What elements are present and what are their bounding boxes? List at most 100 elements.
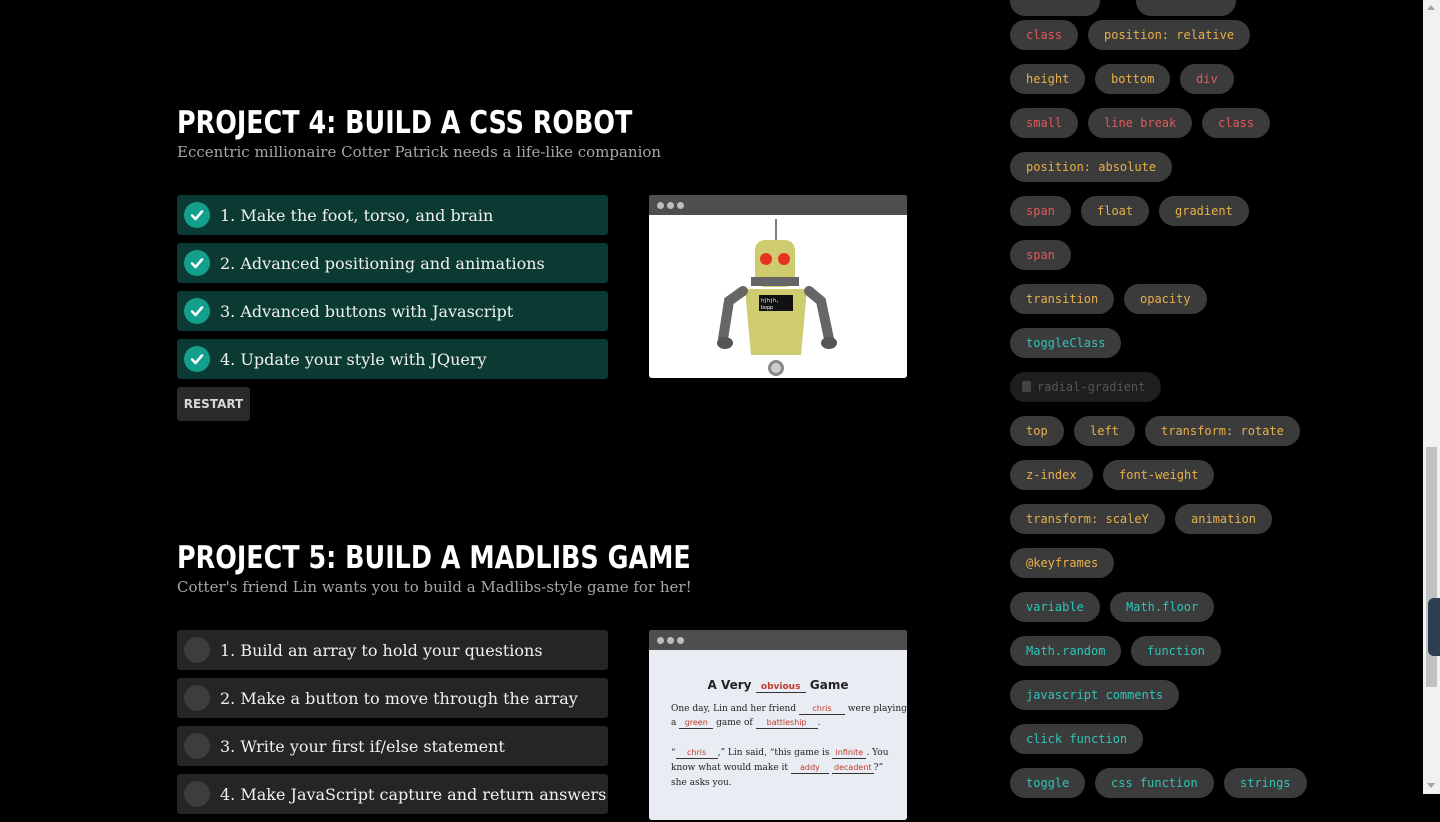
concept-tag[interactable]: variable	[1010, 592, 1100, 622]
concept-tag-label: bottom	[1111, 72, 1155, 86]
restart-button[interactable]: RESTART	[177, 387, 250, 421]
concept-tag-label: z-index	[1026, 468, 1077, 482]
browser-bar	[649, 630, 907, 650]
browser-bar	[649, 195, 907, 215]
concept-tag[interactable]: Math.floor	[1110, 592, 1215, 622]
concept-tag-label: small	[1026, 116, 1063, 130]
step-label: 4. Update your style with JQuery	[220, 349, 487, 369]
concept-tag[interactable]: top	[1010, 416, 1064, 446]
madlib-blank: green	[679, 718, 714, 729]
concept-tag[interactable]: float	[1081, 196, 1150, 226]
madlib-text: know what would make it	[671, 763, 789, 773]
concept-tag[interactable]: span	[1010, 196, 1071, 226]
concept-tag-label: height	[1026, 72, 1070, 86]
project-title: PROJECT 4: BUILD A CSS ROBOT	[177, 105, 633, 141]
madlib-blank: chris	[675, 748, 718, 759]
project-title: PROJECT 5: BUILD A MADLIBS GAME	[177, 540, 691, 576]
step-item[interactable]: 2. Make a button to move through the arr…	[177, 678, 608, 718]
concept-tag[interactable]: transform: rotate	[1145, 416, 1300, 446]
concept-tag[interactable]: gradient	[1159, 196, 1249, 226]
concept-tag[interactable]: Math.random	[1010, 636, 1122, 666]
concept-tag[interactable]: span	[1010, 240, 1071, 270]
robot-icon: hjhjh, bopp	[717, 219, 837, 376]
lock-icon	[1022, 381, 1031, 392]
concept-tag-label: position: absolute	[1026, 160, 1157, 174]
concept-tag[interactable]: height	[1010, 64, 1086, 94]
checkmark-icon	[184, 202, 210, 228]
vertical-scrollbar[interactable]	[1423, 0, 1440, 794]
step-item[interactable]: 3. Advanced buttons with Javascript	[177, 291, 608, 331]
madlib-text: ,” Lin said, “this game is	[717, 748, 830, 758]
step-item[interactable]: 1. Build an array to hold your questions	[177, 630, 608, 670]
concept-tag-label: transform: scaleY	[1026, 512, 1149, 526]
concept-tag-label: css function	[1111, 776, 1198, 790]
concept-tag-label: class	[1026, 28, 1063, 42]
madlib-line: a green game of battleship.	[671, 716, 891, 730]
concept-tag[interactable]: function	[1131, 636, 1221, 666]
concept-tag-label: toggleClass	[1026, 336, 1106, 350]
concept-tag[interactable]: font-weight	[1103, 460, 1215, 490]
step-label: 3. Advanced buttons with Javascript	[220, 301, 514, 321]
concept-tag[interactable]: left	[1074, 416, 1135, 446]
concept-tag[interactable]: opacity	[1124, 284, 1207, 314]
concept-tag[interactable]: @keyframes	[1010, 548, 1115, 578]
concept-tag[interactable]	[1136, 0, 1236, 16]
concept-tag[interactable]: transition	[1010, 284, 1115, 314]
svg-text:hjhjh,: hjhjh,	[761, 298, 779, 304]
step-item[interactable]: 4. Update your style with JQuery	[177, 339, 608, 379]
concept-tag-label: strings	[1240, 776, 1291, 790]
concept-tag[interactable]	[1010, 0, 1100, 16]
step-item[interactable]: 1. Make the foot, torso, and brain	[177, 195, 608, 235]
concept-tag[interactable]: line break	[1088, 108, 1193, 138]
concept-tag[interactable]: small	[1010, 108, 1079, 138]
concept-tag-label: top	[1026, 424, 1048, 438]
window-dot-icon	[667, 201, 674, 209]
madlib-text: were playing	[847, 704, 907, 714]
robot-preview[interactable]: hjhjh, bopp	[649, 195, 907, 378]
step-label: 1. Make the foot, torso, and brain	[220, 205, 494, 225]
step-list: 1. Make the foot, torso, and brain 2. Ad…	[177, 195, 608, 387]
madlib-text: game of	[716, 718, 753, 728]
step-label: 4. Make JavaScript capture and return an…	[220, 784, 607, 804]
circle-icon	[184, 781, 210, 807]
checkmark-icon	[184, 346, 210, 372]
concept-tag-label: click function	[1026, 732, 1128, 746]
step-item[interactable]: 2. Advanced positioning and animations	[177, 243, 608, 283]
concept-tag[interactable]: animation	[1175, 504, 1273, 534]
svg-text:bopp: bopp	[761, 305, 773, 311]
concept-tag[interactable]: div	[1180, 64, 1234, 94]
step-label: 1. Build an array to hold your questions	[220, 640, 543, 660]
robot-illustration: hjhjh, bopp	[649, 215, 907, 378]
side-widget-icon[interactable]	[1428, 598, 1440, 656]
step-item[interactable]: 4. Make JavaScript capture and return an…	[177, 774, 608, 814]
concept-tag[interactable]: toggleClass	[1010, 328, 1122, 358]
concept-tag[interactable]: position: relative	[1088, 20, 1251, 50]
madlibs-preview[interactable]: A Very obvious Game One day, Lin and her…	[649, 630, 907, 820]
concept-tag-label: variable	[1026, 600, 1084, 614]
concept-tag-label: float	[1097, 204, 1134, 218]
concept-tag[interactable]: click function	[1010, 724, 1144, 754]
madlib-text: Game	[809, 678, 849, 692]
scroll-down-icon[interactable]	[1427, 783, 1435, 788]
step-item[interactable]: 3. Write your first if/else statement	[177, 726, 608, 766]
concept-tag[interactable]: z-index	[1010, 460, 1093, 490]
checkmark-icon	[184, 298, 210, 324]
concept-tag[interactable]: class	[1010, 20, 1079, 50]
scroll-up-icon[interactable]	[1427, 5, 1435, 10]
concept-tag[interactable]: javascript comments	[1010, 680, 1180, 710]
madlib-text: A Very	[707, 678, 752, 692]
concept-tag-label: function	[1147, 644, 1205, 658]
concept-tag[interactable]: class	[1202, 108, 1271, 138]
concept-tag-label: animation	[1191, 512, 1257, 526]
concept-tag[interactable]: position: absolute	[1010, 152, 1173, 182]
madlib-blank: obvious	[755, 682, 806, 693]
madlib-blank: battleship	[755, 718, 818, 729]
concept-tag-locked[interactable]: radial-gradient	[1010, 372, 1162, 402]
concept-tag-label: span	[1026, 248, 1055, 262]
concept-tag[interactable]: bottom	[1095, 64, 1171, 94]
madlib-line: she asks you.	[671, 778, 732, 788]
concept-tag-label: opacity	[1140, 292, 1191, 306]
concept-tag-label: toggle	[1026, 776, 1070, 790]
concept-tag[interactable]: transform: scaleY	[1010, 504, 1165, 534]
concept-tag-label: transform: rotate	[1161, 424, 1284, 438]
